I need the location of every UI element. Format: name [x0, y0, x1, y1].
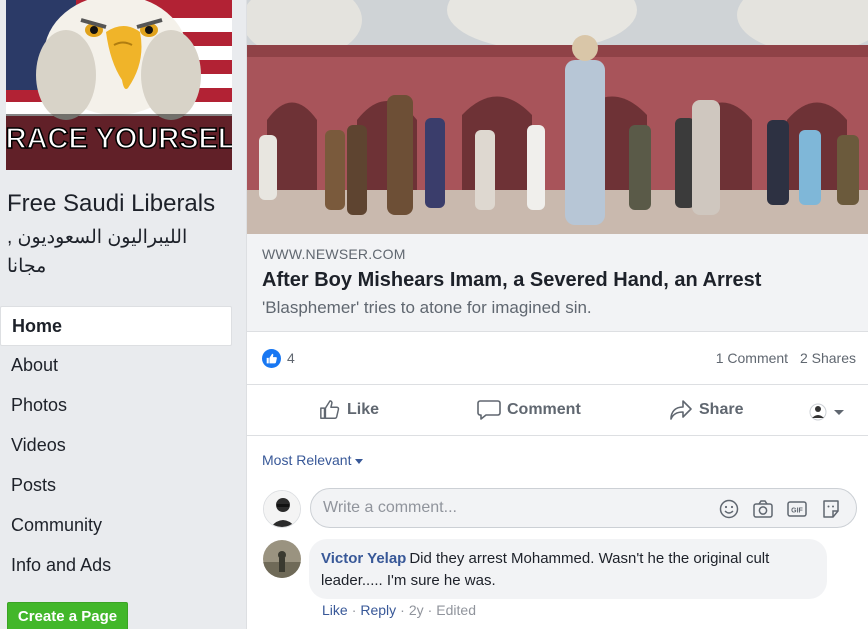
share-button[interactable]: Share — [669, 397, 743, 423]
separator-dot: · — [351, 602, 357, 618]
link-description: 'Blasphemer' tries to atone for imagined… — [262, 298, 592, 317]
page-name-arabic[interactable]: الليبراليون السعوديون , مجانا — [7, 223, 207, 281]
like-reaction-icon — [262, 348, 281, 368]
sidebar-item-about[interactable]: About — [0, 346, 232, 386]
post-action-bar: Like Comment Share — [247, 384, 868, 436]
engagement-counts: 1 Comment 2 Shares — [708, 350, 856, 366]
post-card: WWW.NEWSER.COM After Boy Mishears Imam, … — [246, 0, 868, 629]
like-button[interactable]: Like — [319, 397, 379, 423]
comment-button-label: Comment — [507, 401, 581, 418]
persona-selector[interactable] — [809, 399, 851, 425]
commenter-avatar[interactable] — [263, 540, 301, 578]
comment-sort-dropdown[interactable]: Most Relevant — [262, 452, 364, 468]
sidebar-item-home[interactable]: Home — [0, 306, 232, 346]
separator-dot: · — [427, 602, 433, 618]
comments-count[interactable]: 1 Comment — [716, 350, 788, 366]
emoji-icon[interactable] — [718, 498, 740, 520]
page-sidebar: BRACE YOURSELF Free Saudi Liberals الليب… — [0, 0, 245, 629]
comment-author[interactable]: Victor Yelap — [321, 550, 406, 567]
comment-button[interactable]: Comment — [477, 397, 581, 423]
like-button-label: Like — [347, 401, 380, 418]
thumbs-up-icon — [320, 400, 340, 419]
gif-icon[interactable]: GIF — [786, 498, 808, 520]
sidebar-item-posts[interactable]: Posts — [0, 466, 232, 506]
comment-edited-link[interactable]: Edited — [436, 602, 476, 618]
share-button-label: Share — [699, 401, 744, 418]
sidebar-item-info-and-ads[interactable]: Info and Ads — [0, 546, 232, 586]
svg-text:GIF: GIF — [791, 508, 803, 515]
create-page-button[interactable]: Create a Page — [7, 602, 128, 629]
like-count: 4 — [287, 350, 295, 366]
page-name[interactable]: Free Saudi Liberals — [7, 189, 237, 219]
comment-actions: Like · Reply · 2y · Edited — [322, 602, 476, 618]
camera-icon[interactable] — [752, 498, 774, 520]
comment-input[interactable] — [323, 489, 703, 527]
sidebar-item-community[interactable]: Community — [0, 506, 232, 546]
link-domain: WWW.NEWSER.COM — [262, 246, 406, 262]
sidebar-item-photos[interactable]: Photos — [0, 386, 232, 426]
comment-bubble: Victor Yelap Did they arrest Mohammed. Wa… — [309, 539, 827, 599]
comment-reply-link[interactable]: Reply — [360, 602, 396, 618]
separator-dot: · — [400, 602, 405, 618]
shares-count[interactable]: 2 Shares — [800, 350, 856, 366]
link-preview[interactable]: WWW.NEWSER.COM After Boy Mishears Imam, … — [247, 234, 868, 332]
comment-icon — [477, 400, 501, 420]
page-profile-picture[interactable]: BRACE YOURSELF — [6, 0, 232, 170]
persona-chevron-down-icon — [809, 403, 844, 421]
current-user-avatar[interactable] — [263, 490, 301, 528]
comment-sort-label: Most Relevant — [262, 452, 352, 468]
comment-age[interactable]: 2y — [409, 602, 424, 618]
comment-composer: GIF — [310, 488, 857, 528]
link-preview-image[interactable] — [247, 0, 868, 234]
comment-like-link[interactable]: Like — [322, 602, 348, 618]
link-title[interactable]: After Boy Mishears Imam, a Severed Hand,… — [262, 269, 761, 292]
sidebar-nav: Home About Photos Videos Posts Community… — [0, 306, 232, 586]
share-icon — [670, 400, 692, 420]
chevron-down-icon — [355, 458, 364, 464]
sidebar-item-videos[interactable]: Videos — [0, 426, 232, 466]
reaction-summary[interactable]: 4 — [262, 345, 295, 371]
sticker-icon[interactable] — [820, 498, 842, 520]
profile-caption: BRACE YOURSELF — [6, 123, 232, 155]
